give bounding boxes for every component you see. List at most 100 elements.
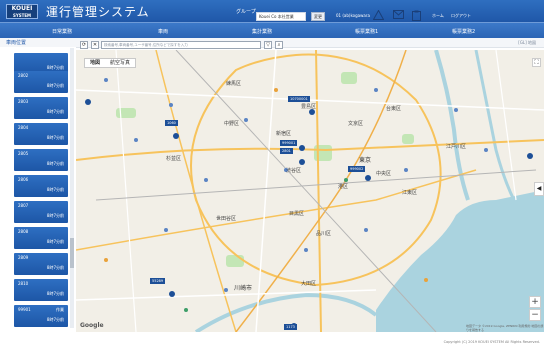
park xyxy=(314,145,332,161)
vehicle-marker xyxy=(365,175,371,181)
group-label: グループ xyxy=(236,9,256,15)
rail-line xyxy=(95,169,537,201)
main-nav: 日常業務 車両 集計業務 帳票業務1 帳票業務2 xyxy=(0,22,544,39)
map-canvas[interactable]: 練馬区 豊島区 文京区 新宿区 中野区 渋谷区 港区 品川区 大田区 世田谷区 … xyxy=(76,50,544,332)
logo-sub: SYSTEM xyxy=(12,13,32,18)
poi xyxy=(104,78,108,82)
poi xyxy=(169,103,173,107)
app-title: 運行管理システム xyxy=(46,5,150,19)
park xyxy=(402,134,414,144)
vehicle-marker xyxy=(309,109,315,115)
map-type-satellite[interactable]: 航空写真 xyxy=(105,59,135,67)
refresh-button[interactable]: ⟳ xyxy=(80,41,88,49)
page-footer: Copyright (C) 2019 KOUEI SYSTEM All Righ… xyxy=(0,332,544,346)
vehicle-card[interactable]: 2806 8時7分前 xyxy=(14,175,68,197)
map-type-map[interactable]: 地図 xyxy=(85,59,105,67)
place-label: 江戸川区 xyxy=(446,143,466,150)
vehicle-marker xyxy=(299,159,305,165)
search-input[interactable]: 検索番号,車両番号,ユーザ番号,住所などで探すを入力 xyxy=(101,41,261,49)
poi xyxy=(104,258,108,262)
vehicle-card[interactable]: 2802 8時7分前 xyxy=(14,71,68,93)
filter-button[interactable]: ▽ xyxy=(264,41,272,49)
map-attribution[interactable]: 地図データ ©2019 Google, ZENRIN 利用規約 地図の誤りを報告… xyxy=(466,324,544,332)
zoom-in-button[interactable]: + xyxy=(529,296,541,308)
nav-aggregate[interactable]: 集計業務 xyxy=(252,28,272,35)
vehicle-number: 2805 xyxy=(18,151,29,156)
place-label: 品川区 xyxy=(316,231,331,237)
poi xyxy=(344,178,348,182)
vehicle-number: 2810 xyxy=(18,281,29,286)
vehicle-tag[interactable]: 10700001 xyxy=(288,96,310,102)
collapse-panel-icon[interactable]: ◀ xyxy=(534,182,544,196)
place-label: 目黒区 xyxy=(289,211,304,217)
place-label: 杉並区 xyxy=(166,155,181,162)
nav-report2[interactable]: 帳票業務2 xyxy=(452,28,475,35)
company-logo[interactable]: KOUEI SYSTEM xyxy=(6,4,38,19)
place-label: 渋谷区 xyxy=(286,167,301,174)
vehicle-time: 8時7分前 xyxy=(46,265,64,270)
nav-report1[interactable]: 帳票業務1 xyxy=(355,28,378,35)
search-button[interactable]: ⌕ xyxy=(275,41,283,49)
mail-icon[interactable] xyxy=(393,10,404,19)
highway xyxy=(315,50,322,332)
group-select[interactable]: Kouei Co 本社営業 xyxy=(256,12,306,21)
highway xyxy=(76,139,544,161)
warning-icon[interactable] xyxy=(373,10,384,20)
user-name: 01 (ab)kogawara xyxy=(336,13,370,18)
vehicle-card[interactable]: 2803 8時7分前 xyxy=(14,97,68,119)
poi xyxy=(404,168,408,172)
vehicle-marker xyxy=(173,133,179,139)
vehicle-tag[interactable]: 1060 xyxy=(165,120,178,126)
vehicle-time: 8時7分前 xyxy=(46,213,64,218)
vehicle-card[interactable]: 99901 作業 8時7分前 xyxy=(14,305,68,327)
vehicle-time: 8時7分前 xyxy=(46,317,64,322)
logout-link[interactable]: ログアウト xyxy=(451,13,471,19)
vehicle-number: 2804 xyxy=(18,125,29,130)
poi xyxy=(374,88,378,92)
fullscreen-icon[interactable]: ⛶ xyxy=(532,58,541,67)
vehicle-tag[interactable]: 2801 xyxy=(280,148,293,154)
place-label: 中野区 xyxy=(224,120,239,127)
vehicle-card[interactable]: 2809 8時7分前 xyxy=(14,253,68,275)
vehicle-time: 8時7分前 xyxy=(46,239,64,244)
vehicle-list-scrollbar[interactable] xyxy=(70,48,74,328)
poi xyxy=(224,288,228,292)
vehicle-time: 8時7分前 xyxy=(46,109,64,114)
river xyxy=(474,50,516,201)
vehicle-tag[interactable]: 999002 xyxy=(348,166,366,172)
place-label: 豊島区 xyxy=(301,103,316,110)
home-link[interactable]: ホーム xyxy=(432,13,444,19)
nav-daily[interactable]: 日常業務 xyxy=(52,28,72,35)
vehicle-marker xyxy=(527,153,533,159)
vehicle-card[interactable]: 2810 8時7分前 xyxy=(14,279,68,301)
place-label: 江東区 xyxy=(402,189,417,196)
vehicle-number: 2802 xyxy=(18,73,29,78)
vehicle-card[interactable]: 2805 8時7分前 xyxy=(14,149,68,171)
poi xyxy=(244,118,248,122)
vehicle-tag[interactable]: 1173 xyxy=(284,324,297,330)
vehicle-card[interactable]: 2807 8時7分前 xyxy=(14,201,68,223)
map-source: [GL] 地図 xyxy=(518,40,536,45)
place-label: 練馬区 xyxy=(226,80,241,87)
vehicle-tag[interactable]: 55289 xyxy=(150,278,166,284)
nav-vehicles[interactable]: 車両 xyxy=(158,28,168,35)
vehicle-card[interactable]: 2804 8時7分前 xyxy=(14,123,68,145)
page-title: 車両位置 xyxy=(6,40,27,46)
vehicle-number: 2809 xyxy=(18,255,29,260)
logo-text: KOUEI xyxy=(11,5,33,12)
poi xyxy=(364,228,368,232)
bay-water xyxy=(376,190,544,332)
vehicle-time: 8時7分前 xyxy=(46,135,64,140)
scrollbar-thumb[interactable] xyxy=(70,238,74,268)
vehicle-time: 8時7分前 xyxy=(46,291,64,296)
group-change-button[interactable]: 変更 xyxy=(311,12,325,21)
clear-button[interactable]: ✕ xyxy=(91,41,99,49)
app-header: KOUEI SYSTEM 運行管理システム グループ Kouei Co 本社営業… xyxy=(0,0,544,22)
clipboard-icon[interactable] xyxy=(412,10,421,21)
vehicle-card[interactable]: 2808 8時7分前 xyxy=(14,227,68,249)
vehicle-marker xyxy=(169,291,175,297)
park xyxy=(116,108,136,118)
zoom-out-button[interactable]: − xyxy=(529,309,541,321)
map-area[interactable]: 練馬区 豊島区 文京区 新宿区 中野区 渋谷区 港区 品川区 大田区 世田谷区 … xyxy=(76,50,544,332)
vehicle-tag[interactable]: 999001 xyxy=(280,140,298,146)
